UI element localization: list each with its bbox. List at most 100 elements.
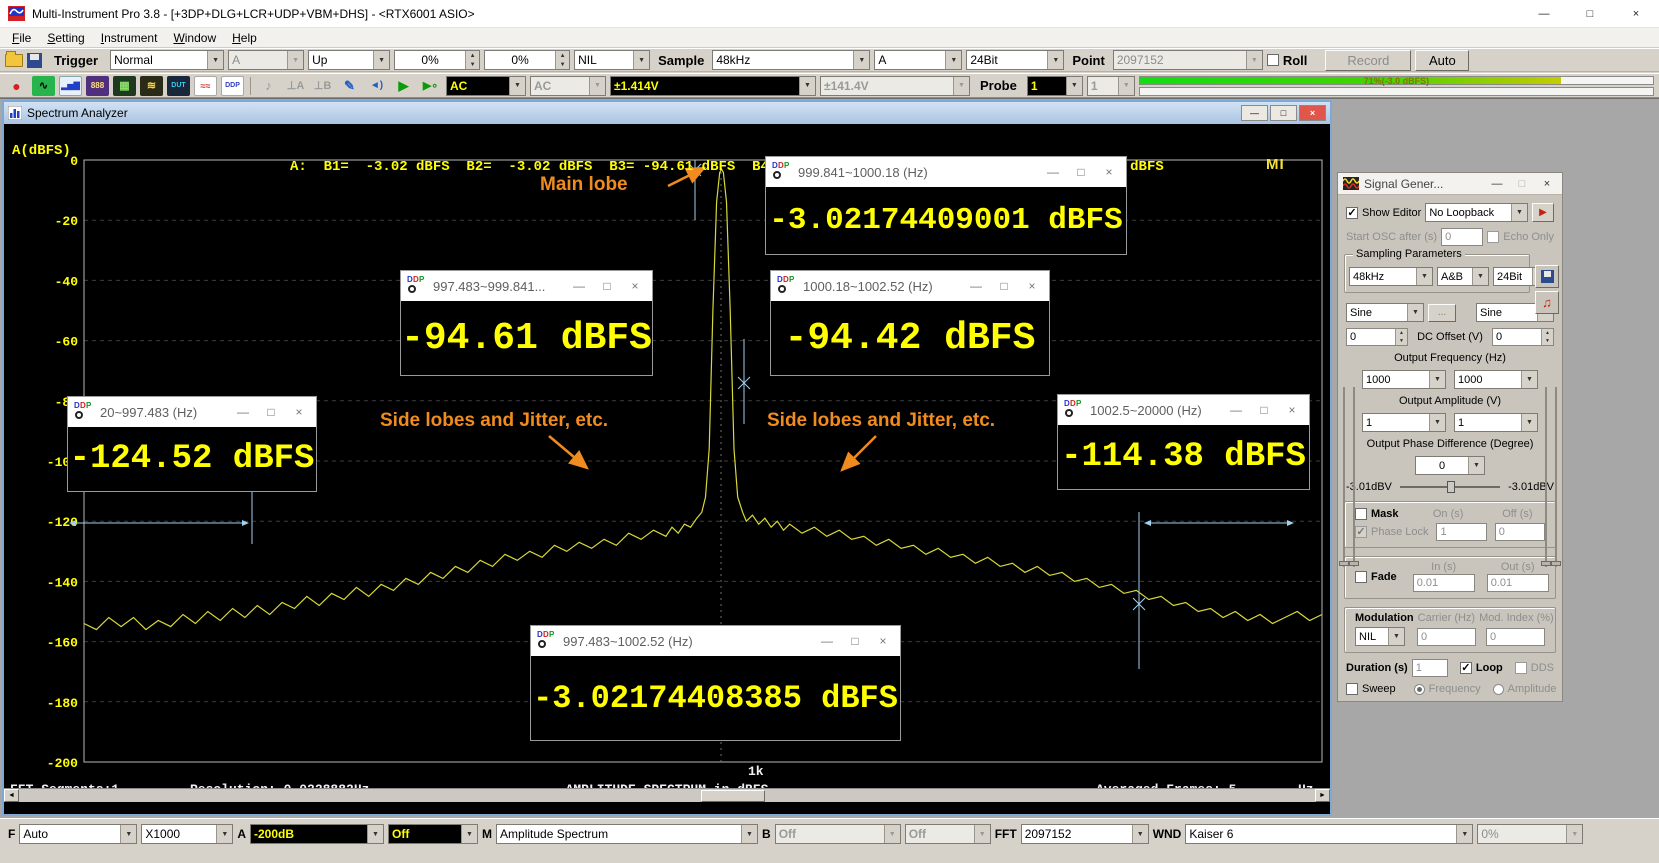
run-generator-button[interactable]: ▶ — [1532, 203, 1554, 222]
carrier-input[interactable]: 0 — [1417, 628, 1476, 646]
fade-in-input[interactable]: 0.01 — [1413, 574, 1475, 592]
fft-size-combo[interactable]: 2097152 — [1021, 824, 1149, 844]
minimize-icon[interactable]: — — [568, 279, 590, 293]
waveform-a-combo[interactable]: Sine — [1346, 303, 1424, 322]
maximize-icon[interactable]: □ — [993, 279, 1015, 293]
amplitude-a-combo[interactable]: 1 — [1362, 413, 1446, 432]
derived-data-curves-icon[interactable]: ≈≈ — [194, 76, 217, 96]
maximize-icon[interactable]: □ — [1567, 0, 1613, 27]
start-osc-input[interactable]: 0 — [1441, 228, 1483, 246]
scroll-right-icon[interactable]: ► — [1315, 789, 1330, 802]
device-test-plan-icon[interactable]: DUT — [167, 76, 190, 96]
range-b-combo[interactable]: ±141.4V — [820, 76, 970, 96]
frequency-axis-combo[interactable]: Auto — [19, 824, 137, 844]
roll-checkbox[interactable] — [1267, 54, 1279, 66]
measurement-window-b3[interactable]: DDP 997.483~999.841... — □ × -94.61 dBFS — [400, 270, 653, 376]
measurement-window-b2[interactable]: DDP 999.841~1000.18 (Hz) — □ × -3.021744… — [765, 156, 1127, 255]
minimize-icon[interactable]: — — [965, 279, 987, 293]
phase-difference-combo[interactable]: 0 — [1415, 456, 1485, 475]
level-slider-b-left[interactable] — [1545, 387, 1547, 567]
maximize-icon[interactable]: □ — [844, 634, 866, 648]
maximize-icon[interactable]: □ — [596, 279, 618, 293]
auto-button[interactable]: Auto — [1415, 50, 1469, 71]
minimize-icon[interactable]: — — [1487, 178, 1507, 190]
more-waveform-button[interactable]: ... — [1428, 304, 1456, 322]
slider-handle[interactable] — [1339, 561, 1349, 566]
minimize-icon[interactable]: — — [1521, 0, 1567, 27]
trigger-edge-combo[interactable]: Up — [308, 50, 390, 70]
mod-index-input[interactable]: 0 — [1486, 628, 1545, 646]
measurement-window-b4[interactable]: DDP 20~997.483 (Hz) — □ × -124.52 dBFS — [67, 396, 317, 492]
gen-channels-combo[interactable]: A&B — [1437, 267, 1489, 286]
a-reference-combo[interactable]: Off — [388, 824, 478, 844]
close-icon[interactable]: × — [1281, 403, 1303, 417]
gen-sampling-rate-combo[interactable]: 48kHz — [1349, 267, 1433, 286]
restore-icon[interactable]: □ — [1270, 105, 1297, 121]
oscilloscope-icon[interactable]: ● — [5, 76, 28, 96]
save-waveform-button[interactable] — [1535, 265, 1559, 288]
trigger-source-combo[interactable]: A — [228, 50, 304, 70]
probe-b-combo[interactable]: 1 — [1087, 76, 1135, 96]
show-editor-checkbox[interactable] — [1346, 207, 1358, 219]
mask-on-input[interactable]: 1 — [1436, 523, 1486, 541]
coupling-a-combo[interactable]: AC — [446, 76, 526, 96]
minimize-icon[interactable]: — — [816, 634, 838, 648]
close-icon[interactable]: × — [1098, 165, 1120, 179]
frequency-multiplier-combo[interactable]: X1000 — [141, 824, 233, 844]
ddp-viewer-icon[interactable]: DDP — [221, 76, 244, 96]
coupling-b-combo[interactable]: AC — [530, 76, 606, 96]
amplitude-b-combo[interactable]: 1 — [1454, 413, 1538, 432]
speaker-icon[interactable]: ◄) — [365, 76, 388, 96]
run-icon[interactable]: ▶ — [392, 76, 415, 96]
mask-off-input[interactable]: 0 — [1495, 523, 1545, 541]
duration-input[interactable]: 1 — [1412, 659, 1448, 677]
a-range-combo[interactable]: -200dB — [250, 824, 384, 844]
probe-a-cal-icon[interactable]: ⊥A — [284, 76, 307, 96]
run-loop-icon[interactable]: ▶∘ — [419, 76, 442, 96]
save-file-icon[interactable] — [27, 53, 42, 68]
trigger-mode-combo[interactable]: Normal — [110, 50, 224, 70]
measurement-window-b5[interactable]: DDP 1000.18~1002.52 (Hz) — □ × -94.42 dB… — [770, 270, 1050, 376]
level-slider-a-right[interactable] — [1353, 387, 1355, 567]
level-slider-a-left[interactable] — [1343, 387, 1345, 567]
maximize-icon[interactable]: □ — [1070, 165, 1092, 179]
balance-slider-thumb[interactable] — [1447, 481, 1455, 493]
b-range-combo[interactable]: Off — [775, 824, 901, 844]
horizontal-scrollbar[interactable]: ◄ ► — [4, 788, 1330, 802]
signal-generator-titlebar[interactable]: Signal Gener... — □ × — [1338, 173, 1562, 195]
slider-handle[interactable] — [1551, 561, 1561, 566]
close-icon[interactable]: × — [288, 405, 310, 419]
sound-device-icon[interactable]: ♪ — [257, 76, 280, 96]
spectrum-titlebar[interactable]: Spectrum Analyzer — □ × — [4, 102, 1330, 124]
close-icon[interactable]: × — [1021, 279, 1043, 293]
point-combo[interactable]: 2097152 — [1113, 50, 1263, 70]
menu-window[interactable]: Window — [165, 29, 224, 47]
minimize-icon[interactable]: — — [232, 405, 254, 419]
close-icon[interactable]: × — [624, 279, 646, 293]
frequency-a-combo[interactable]: 1000 — [1362, 370, 1446, 389]
close-icon[interactable]: × — [1299, 105, 1326, 121]
maximize-icon[interactable]: □ — [1253, 403, 1275, 417]
level-slider-b-right[interactable] — [1555, 387, 1557, 567]
loop-checkbox[interactable] — [1460, 662, 1472, 674]
record-button[interactable]: Record — [1325, 50, 1411, 71]
trigger-delay-spinner[interactable]: 0%▲▼ — [484, 50, 570, 70]
sampling-channel-combo[interactable]: A — [874, 50, 962, 70]
menu-file[interactable]: File — [4, 29, 39, 47]
sweep-frequency-radio[interactable] — [1414, 684, 1425, 695]
dc-offset-b-spinner[interactable]: 0▲▼ — [1492, 328, 1554, 346]
maximize-icon[interactable]: □ — [1512, 178, 1532, 190]
dds-checkbox[interactable] — [1515, 662, 1527, 674]
minimize-icon[interactable]: — — [1241, 105, 1268, 121]
window-function-combo[interactable]: Kaiser 6 — [1185, 824, 1473, 844]
mask-checkbox[interactable] — [1355, 508, 1367, 520]
b-reference-combo[interactable]: Off — [905, 824, 991, 844]
menu-help[interactable]: Help — [224, 29, 265, 47]
display-mode-combo[interactable]: Amplitude Spectrum — [496, 824, 758, 844]
sweep-checkbox[interactable] — [1346, 683, 1358, 695]
range-a-combo[interactable]: ±1.414V — [610, 76, 816, 96]
measurement-window-b1[interactable]: DDP 997.483~1002.52 (Hz) — □ × -3.021744… — [530, 625, 901, 741]
balance-slider[interactable] — [1400, 486, 1500, 488]
slider-handle[interactable] — [1349, 561, 1359, 566]
dc-offset-a-spinner[interactable]: 0▲▼ — [1346, 328, 1408, 346]
